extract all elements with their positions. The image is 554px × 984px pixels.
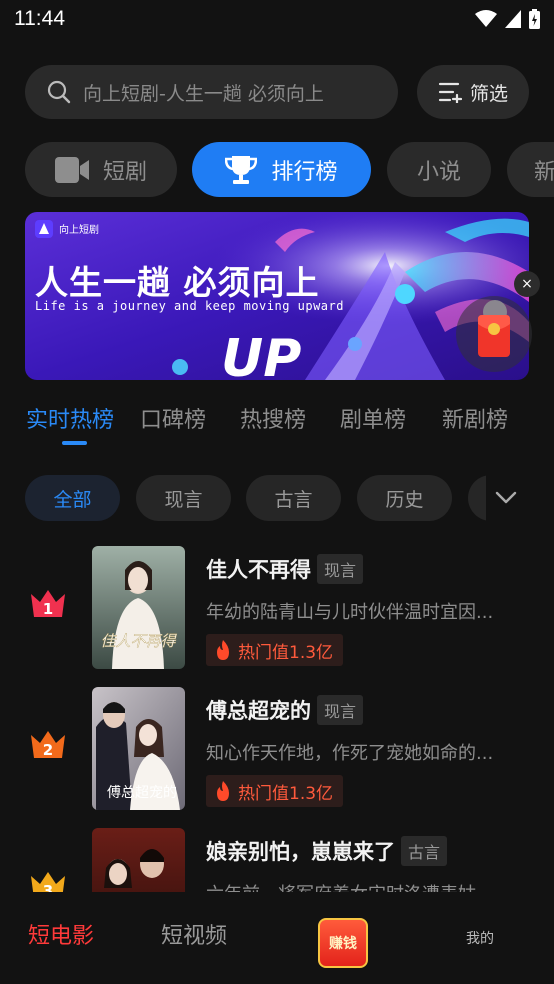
banner-up-text: UP	[221, 329, 301, 380]
drama-title: 佳人不再得	[206, 558, 311, 582]
drama-synopsis: 知心作天作地，作死了宠她如命的...	[206, 743, 494, 764]
drama-cover[interactable]: 佳人不再得	[92, 546, 185, 669]
status-time: 11:44	[14, 7, 65, 30]
tab-label: 新	[534, 159, 554, 185]
search-input[interactable]: 向上短剧-人生一趟 必须向上	[25, 65, 398, 119]
flame-icon	[217, 640, 229, 660]
rank-number: 1	[43, 600, 53, 618]
earn-money-button[interactable]: 赚钱	[318, 918, 368, 968]
drama-cover[interactable]	[92, 828, 185, 892]
status-icons	[475, 9, 540, 29]
bottom-nav: 短电影 短视频 赚钱 我的	[0, 892, 554, 984]
active-tab-indicator	[62, 441, 87, 445]
ranking-list: 1 佳人不再得 佳人不再得 现言 年幼的陆青山与儿时伙伴温时宜因... 热门值1…	[0, 540, 554, 892]
tab-label: 小说	[416, 159, 461, 185]
rank-number: 2	[43, 741, 53, 759]
cell-signal-icon	[505, 10, 521, 28]
tab-ranking[interactable]: 排行榜	[192, 142, 371, 197]
promo-banner[interactable]: UP 向上短剧 人生一趟 必须向上 Life is a journey and …	[25, 212, 529, 380]
rank-crown-icon: 3	[31, 872, 65, 892]
banner-subtitle: Life is a journey and keep moving upward	[35, 299, 344, 313]
banner-title: 人生一趟 必须向上	[35, 263, 320, 302]
hot-value-badge: 热门值1.3亿	[206, 634, 344, 666]
earn-label: 赚钱	[329, 936, 357, 952]
tab-label: 短剧	[102, 159, 147, 185]
drama-cover[interactable]: 傅总超宠的	[92, 687, 185, 810]
rank-tab-realtime[interactable]: 实时热榜	[26, 402, 114, 434]
drama-synopsis: 年幼的陆青山与儿时伙伴温时宜因...	[206, 602, 494, 623]
hot-value-badge: 热门值1.3亿	[206, 775, 344, 807]
rank-crown-icon: 1	[31, 590, 65, 618]
battery-icon	[529, 9, 540, 29]
genre-tag: 古言	[401, 836, 448, 866]
nav-mine[interactable]: 我的	[466, 928, 494, 948]
list-item[interactable]: 1 佳人不再得 佳人不再得 现言 年幼的陆青山与儿时伙伴温时宜因... 热门值1…	[0, 540, 554, 669]
red-packet-float[interactable]	[456, 296, 532, 372]
drama-synopsis: 六年前，将军府养女宋时洛遭表姑...	[206, 880, 522, 892]
drama-title: 娘亲别怕，崽崽来了	[206, 840, 395, 864]
wifi-icon	[475, 10, 497, 27]
cover-title: 佳人不再得	[100, 632, 177, 650]
filter-icon	[438, 82, 462, 103]
filter-label: 筛选	[469, 82, 508, 105]
genre-tag: 现言	[317, 554, 364, 584]
tab-short-drama[interactable]: 短剧	[25, 142, 177, 197]
list-item[interactable]: 3 娘亲别怕，崽崽来了 古言 六年前，将军府养女宋时洛遭表姑...	[0, 822, 554, 892]
rank-tab-new-drama[interactable]: 新剧榜	[442, 402, 508, 434]
hot-value: 热门值1.3亿	[238, 642, 334, 663]
genre-chip-ancient[interactable]: 古言	[246, 475, 341, 521]
genre-chip-all[interactable]: 全部	[25, 475, 120, 521]
search-placeholder: 向上短剧-人生一趟 必须向上	[83, 82, 324, 105]
drama-title: 傅总超宠的	[206, 699, 311, 723]
filter-button[interactable]: 筛选	[417, 65, 529, 119]
genre-chip-modern[interactable]: 现言	[136, 475, 231, 521]
flame-icon	[217, 781, 229, 801]
genre-chip-history[interactable]: 历史	[357, 475, 452, 521]
expand-genres-button[interactable]	[486, 475, 526, 521]
genre-tag: 现言	[317, 695, 364, 725]
search-icon	[47, 80, 71, 104]
trophy-icon	[225, 155, 258, 184]
rank-crown-icon: 2	[31, 731, 65, 759]
hot-value: 热门值1.3亿	[238, 783, 334, 804]
nav-short-film[interactable]: 短电影	[28, 918, 94, 950]
tab-novel[interactable]: 小说	[387, 142, 491, 197]
chevron-down-icon	[495, 491, 517, 504]
cover-title: 傅总超宠的	[107, 785, 177, 801]
red-envelope-icon	[478, 315, 510, 357]
nav-short-video[interactable]: 短视频	[161, 918, 227, 950]
tab-new[interactable]: 新	[507, 142, 554, 197]
rank-tab-playlist[interactable]: 剧单榜	[340, 402, 406, 434]
rank-tab-reputation[interactable]: 口碑榜	[140, 402, 206, 434]
tab-label: 排行榜	[271, 159, 338, 185]
video-camera-icon	[54, 156, 89, 183]
list-item[interactable]: 2 傅总超宠的 傅总超宠的 现言 知心作天作地，作死了宠她如命的... 热门值1…	[0, 681, 554, 810]
rank-tab-hot-search[interactable]: 热搜榜	[240, 402, 306, 434]
banner-brand: 向上短剧	[59, 225, 99, 236]
rank-number: 3	[43, 882, 53, 892]
close-float-button[interactable]: ×	[514, 271, 540, 297]
status-bar: 11:44	[0, 0, 554, 40]
